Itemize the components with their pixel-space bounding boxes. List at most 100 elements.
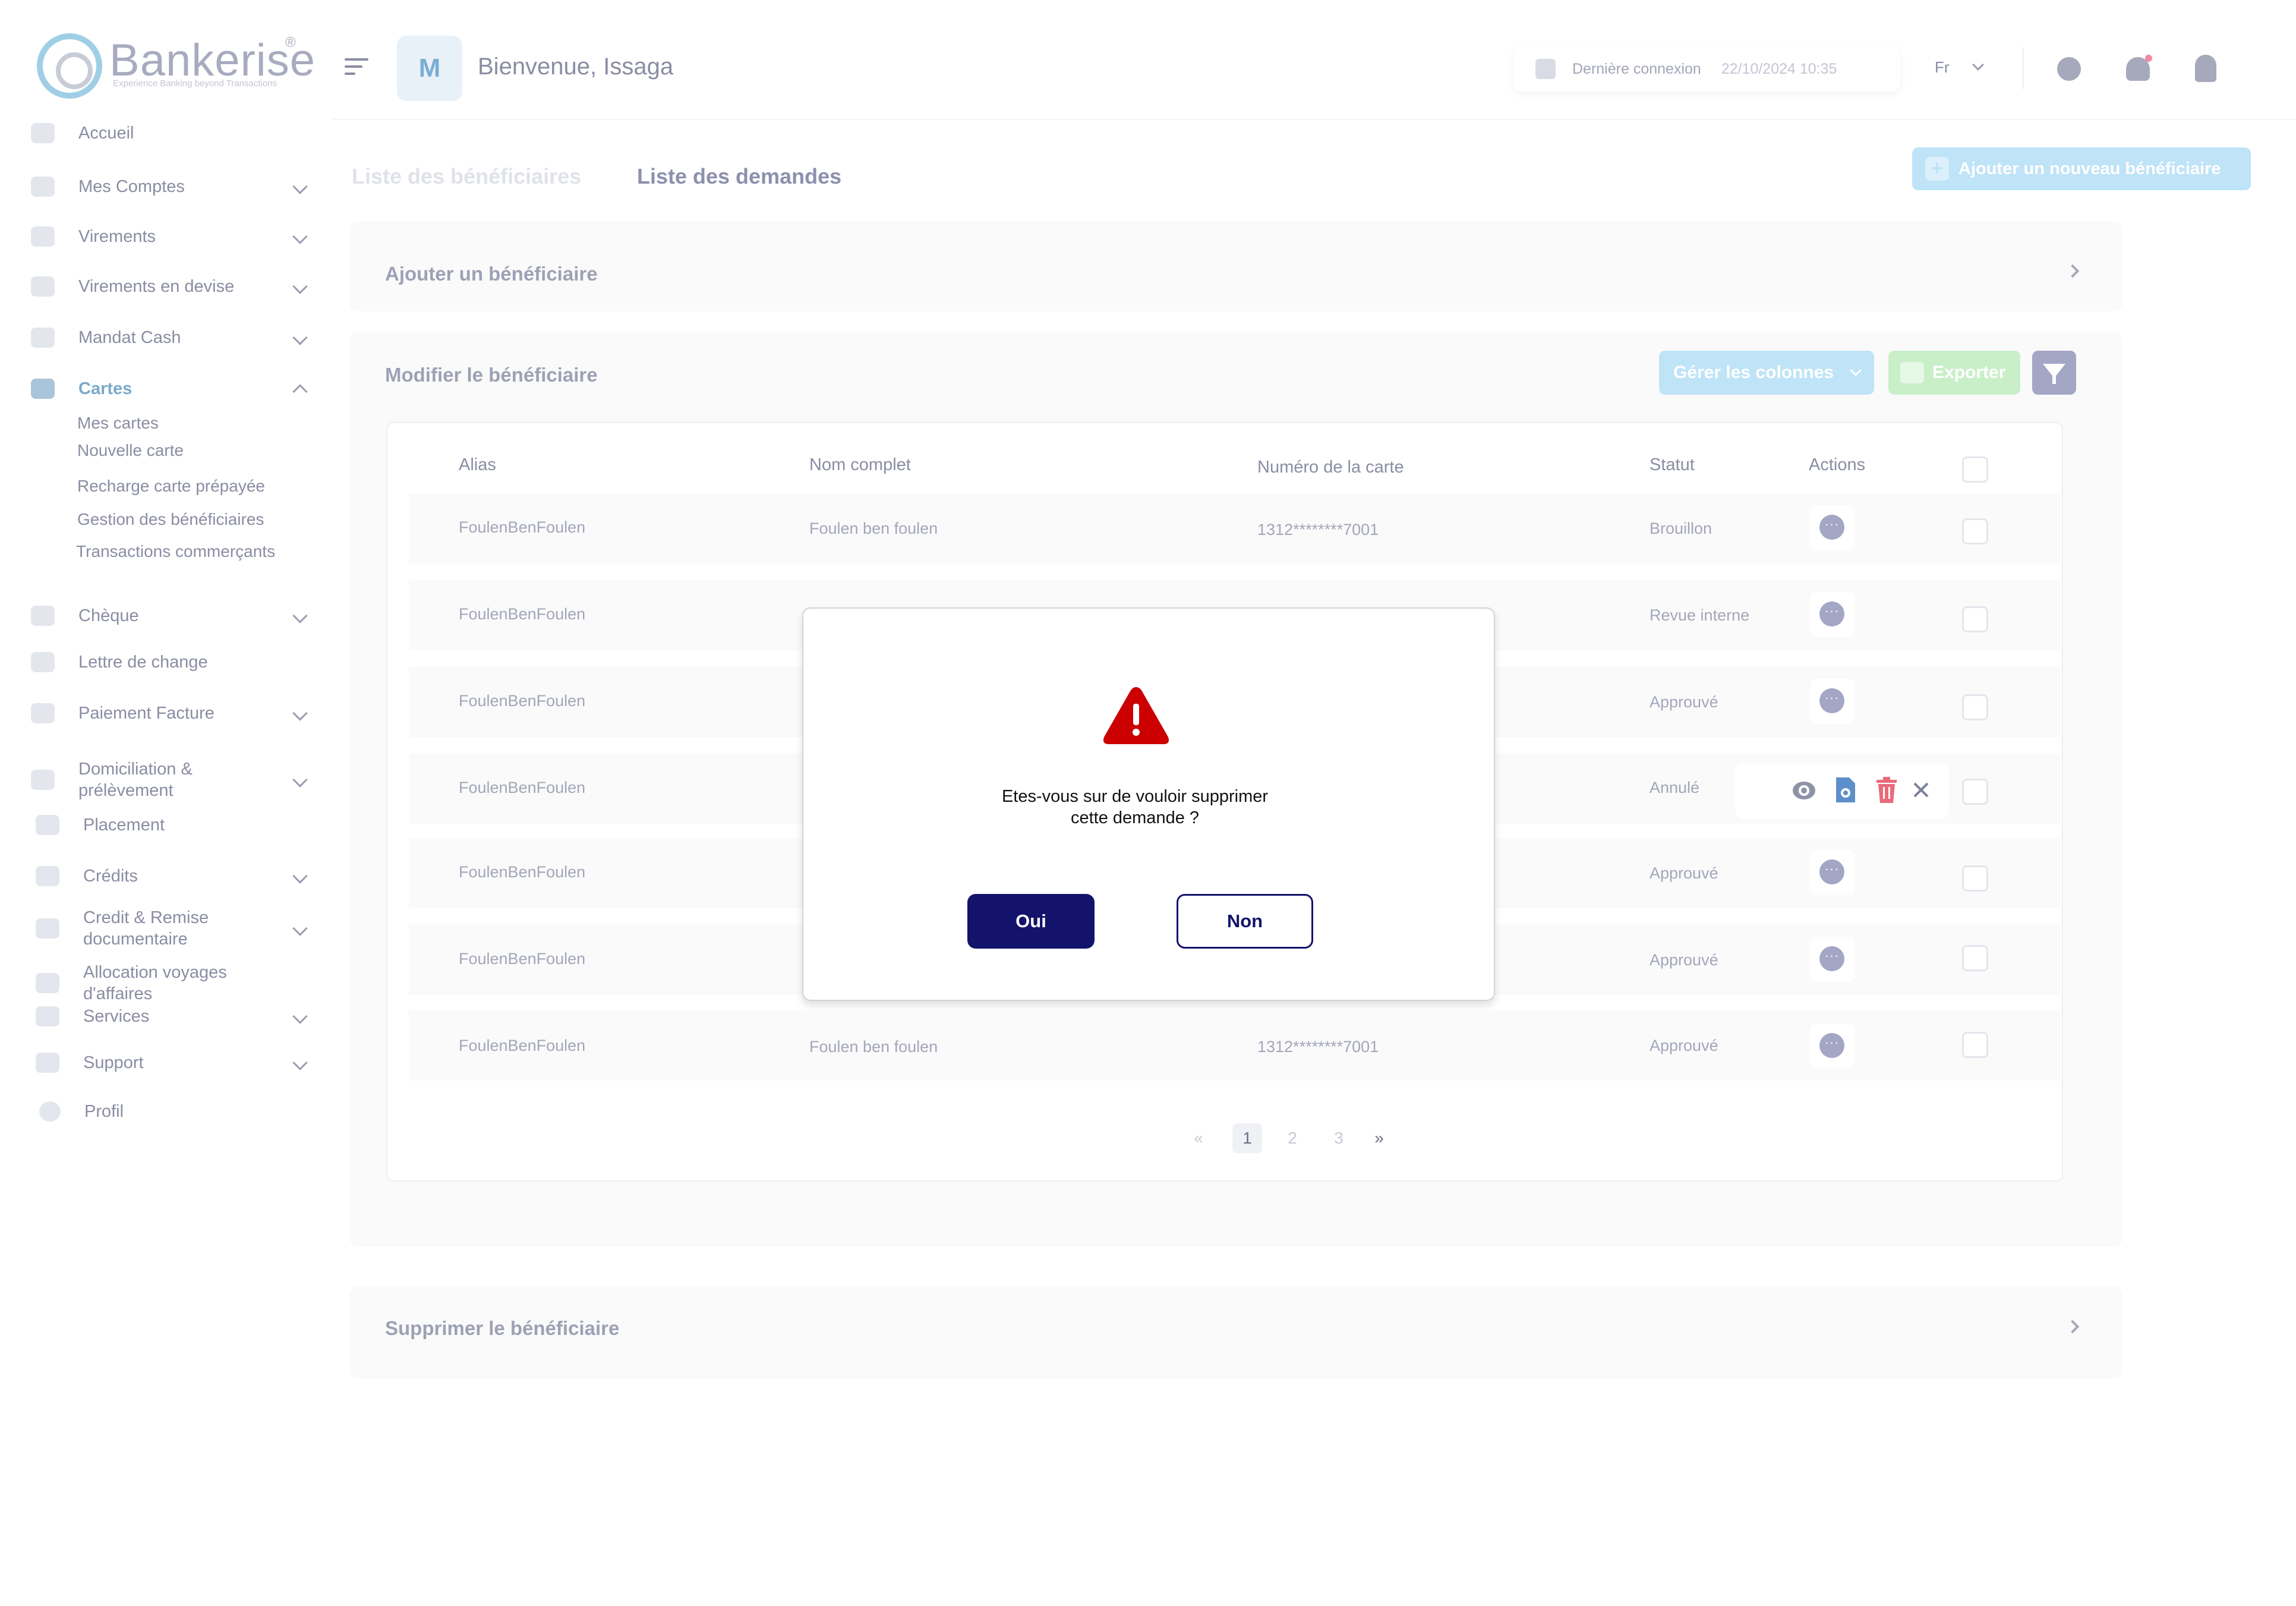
sidebar-item-mes-comptes[interactable]: Mes Comptes: [31, 169, 310, 204]
sidebar-sub-mes-cartes[interactable]: Mes cartes: [77, 414, 159, 433]
pagination-page-3[interactable]: 3: [1324, 1123, 1354, 1153]
last-login-box: Dernière connexion 22/10/2024 10:35: [1514, 46, 1900, 92]
support-icon: [36, 1053, 59, 1073]
cell-alias: FoulenBenFoulen: [459, 779, 586, 796]
column-header-statut: Statut: [1650, 455, 1695, 474]
row-checkbox[interactable]: [1962, 518, 1988, 544]
section-title: Supprimer le bénéficiaire: [385, 1317, 620, 1339]
pagination-next[interactable]: »: [1364, 1123, 1394, 1153]
more-icon: ···: [1819, 515, 1844, 540]
sidebar-item-virements-devise[interactable]: Virements en devise: [31, 269, 310, 304]
chevron-down-icon[interactable]: [1972, 59, 1984, 71]
confirm-yes-button[interactable]: Oui: [967, 894, 1095, 949]
column-header-numero: Numéro de la carte: [1257, 458, 1404, 477]
confirm-no-button[interactable]: Non: [1177, 894, 1313, 949]
plus-icon: +: [1925, 157, 1949, 181]
trash-icon[interactable]: [1875, 776, 1898, 804]
cell-alias: FoulenBenFoulen: [459, 1037, 586, 1054]
document-edit-icon[interactable]: [1834, 775, 1857, 805]
row-actions-button[interactable]: ···: [1810, 850, 1855, 895]
sidebar-item-accueil[interactable]: Accueil: [31, 115, 310, 151]
close-icon[interactable]: [1912, 781, 1930, 799]
row-checkbox[interactable]: [1962, 945, 1988, 971]
sidebar-item-credits[interactable]: Crédits: [36, 858, 310, 894]
cell-alias: FoulenBenFoulen: [459, 518, 586, 536]
cell-statut: Annulé: [1650, 779, 1700, 796]
last-login-label: Dernière connexion: [1572, 60, 1701, 77]
refresh-icon[interactable]: [2057, 57, 2081, 81]
user-icon[interactable]: [2195, 55, 2216, 82]
sidebar-item-virements[interactable]: Virements: [31, 219, 310, 254]
cell-alias: FoulenBenFoulen: [459, 863, 586, 881]
chevron-right-icon[interactable]: [2065, 1320, 2080, 1334]
column-header-actions: Actions: [1809, 455, 1866, 474]
row-checkbox[interactable]: [1962, 865, 1988, 892]
sidebar-sub-transactions[interactable]: Transactions commerçants: [76, 542, 275, 561]
eye-icon[interactable]: [1791, 777, 1817, 804]
pagination-page-2[interactable]: 2: [1278, 1123, 1307, 1153]
add-beneficiary-button[interactable]: + Ajouter un nouveau bénéficiaire: [1912, 147, 2251, 190]
cell-statut: Brouillon: [1650, 519, 1712, 537]
row-actions-button[interactable]: ···: [1810, 679, 1855, 724]
tab-liste-beneficiaires[interactable]: Liste des bénéficiaires: [352, 164, 581, 189]
select-all-checkbox[interactable]: [1962, 456, 1988, 483]
cell-alias: FoulenBenFoulen: [459, 950, 586, 968]
sidebar-item-support[interactable]: Support: [36, 1045, 310, 1081]
row-actions-button[interactable]: ···: [1810, 592, 1855, 637]
section-add-beneficiary[interactable]: Ajouter un bénéficiaire: [349, 221, 2122, 311]
avatar[interactable]: M: [397, 36, 462, 101]
row-checkbox[interactable]: [1962, 779, 1988, 805]
sidebar-sub-gestion-beneficiaires[interactable]: Gestion des bénéficiaires: [77, 510, 264, 529]
row-actions-button[interactable]: ···: [1810, 505, 1855, 550]
row-checkbox[interactable]: [1962, 694, 1988, 720]
sidebar-item-cheque[interactable]: Chèque: [31, 598, 310, 634]
sidebar-item-mandat-cash[interactable]: Mandat Cash: [31, 320, 310, 355]
sidebar-item-credit-remise[interactable]: Credit & Remise documentaire: [36, 905, 310, 952]
chevron-down-icon: [292, 868, 308, 884]
sidebar-item-profil[interactable]: Profil: [39, 1094, 318, 1129]
services-icon: [36, 1006, 59, 1026]
row-checkbox[interactable]: [1962, 1032, 1988, 1058]
cheque-icon: [31, 606, 55, 626]
sidebar-item-lettre-change[interactable]: Lettre de change: [31, 644, 310, 680]
cell-statut: Revue interne: [1650, 606, 1750, 624]
cell-nom: Foulen ben foulen: [809, 1038, 938, 1056]
currency-icon: [31, 276, 55, 297]
tab-liste-demandes[interactable]: Liste des demandes: [637, 164, 841, 189]
cell-nom: Foulen ben foulen: [809, 519, 938, 537]
sidebar-item-paiement-facture[interactable]: Paiement Facture: [31, 695, 310, 731]
sidebar-item-placement[interactable]: Placement: [36, 807, 315, 843]
chart-icon: [36, 815, 59, 835]
row-checkbox[interactable]: [1962, 606, 1988, 632]
sidebar-item-domiciliation[interactable]: Domiciliation & prélèvement: [31, 756, 310, 804]
last-login-value: 22/10/2024 10:35: [1721, 60, 1837, 77]
brand-tagline: Experience Banking beyond Transactions: [113, 78, 277, 89]
dialog-message: Etes-vous sur de vouloir supprimer cette…: [1001, 787, 1269, 827]
chevron-down-icon: [292, 279, 308, 294]
sidebar-sub-nouvelle-carte[interactable]: Nouvelle carte: [77, 441, 184, 460]
export-icon: [1900, 362, 1924, 383]
chevron-down-icon: [292, 608, 308, 623]
language-select[interactable]: Fr: [1935, 58, 1950, 77]
row-actions-button[interactable]: ···: [1810, 1024, 1855, 1069]
invoice-icon: [31, 703, 55, 723]
chevron-down-icon: [292, 179, 308, 194]
sidebar-item-cartes[interactable]: Cartes: [31, 371, 310, 407]
header-divider: [2023, 48, 2024, 89]
section-delete-beneficiary[interactable]: Supprimer le bénéficiaire: [349, 1286, 2122, 1379]
chevron-right-icon[interactable]: [2065, 264, 2080, 278]
manage-columns-button[interactable]: Gérer les colonnes: [1659, 351, 1874, 395]
document-icon: [36, 918, 59, 939]
more-icon: ···: [1819, 688, 1844, 713]
sidebar-sub-recharge[interactable]: Recharge carte prépayée: [77, 477, 265, 496]
export-button[interactable]: Exporter: [1888, 351, 2020, 395]
column-header-nom: Nom complet: [809, 455, 911, 474]
cell-alias: FoulenBenFoulen: [459, 605, 586, 623]
menu-icon[interactable]: [345, 58, 368, 80]
pagination-page-1[interactable]: 1: [1232, 1123, 1262, 1153]
sidebar-item-services[interactable]: Services: [36, 999, 310, 1034]
filter-button[interactable]: [2032, 351, 2076, 395]
pagination-first[interactable]: «: [1184, 1123, 1213, 1153]
cell-statut: Approuvé: [1650, 1037, 1718, 1054]
row-actions-button[interactable]: ···: [1810, 937, 1855, 982]
